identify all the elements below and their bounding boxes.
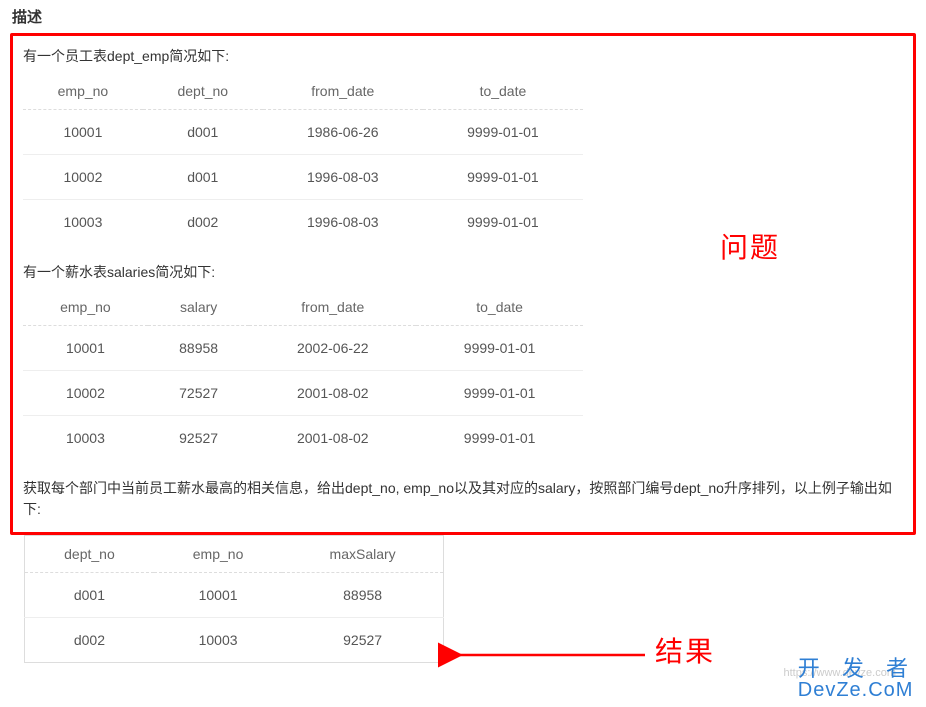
cell: 9999-01-01 (423, 200, 583, 245)
table-row: emp_no dept_no from_date to_date (23, 73, 583, 110)
task-text: 获取每个部门中当前员工薪水最高的相关信息，给出dept_no, emp_no以及… (23, 478, 903, 520)
col-header: emp_no (154, 536, 282, 573)
cell: 9999-01-01 (423, 110, 583, 155)
table-row: 10003 d002 1996-08-03 9999-01-01 (23, 200, 583, 245)
cell: 2001-08-02 (249, 371, 416, 416)
table-row: d001 10001 88958 (25, 573, 444, 618)
col-header: dept_no (143, 73, 263, 110)
cell: 10001 (154, 573, 282, 618)
cell: 10003 (23, 416, 148, 461)
cell: 1996-08-03 (263, 155, 423, 200)
col-header: to_date (416, 289, 583, 326)
col-header: dept_no (25, 536, 154, 573)
col-header: to_date (423, 73, 583, 110)
col-header: emp_no (23, 73, 143, 110)
col-header: from_date (249, 289, 416, 326)
table-row: dept_no emp_no maxSalary (25, 536, 444, 573)
col-header: maxSalary (282, 536, 443, 573)
cell: 10002 (23, 155, 143, 200)
cell: 2001-08-02 (249, 416, 416, 461)
cell: 88958 (148, 326, 250, 371)
problem-box: 有一个员工表dept_emp简况如下: emp_no dept_no from_… (10, 33, 916, 535)
table-row: 10003 92527 2001-08-02 9999-01-01 (23, 416, 583, 461)
cell: 10003 (23, 200, 143, 245)
result-table: dept_no emp_no maxSalary d001 10001 8895… (24, 535, 444, 663)
cell: 10001 (23, 110, 143, 155)
cell: 9999-01-01 (416, 416, 583, 461)
cell: 10001 (23, 326, 148, 371)
table-row: 10002 72527 2001-08-02 9999-01-01 (23, 371, 583, 416)
cell: 9999-01-01 (423, 155, 583, 200)
cell: d002 (143, 200, 263, 245)
arrow-icon (450, 645, 650, 665)
cell: 92527 (148, 416, 250, 461)
col-header: from_date (263, 73, 423, 110)
cell: d001 (143, 110, 263, 155)
cell: 88958 (282, 573, 443, 618)
cell: 10002 (23, 371, 148, 416)
cell: 1996-08-03 (263, 200, 423, 245)
cell: 9999-01-01 (416, 326, 583, 371)
annotation-question: 问题 (720, 226, 780, 266)
col-header: emp_no (23, 289, 148, 326)
dept-emp-table: emp_no dept_no from_date to_date 10001 d… (23, 73, 583, 244)
cell: 9999-01-01 (416, 371, 583, 416)
page-title: 描述 (12, 6, 916, 27)
cell: d001 (143, 155, 263, 200)
cell: 72527 (148, 371, 250, 416)
page-root: 描述 有一个员工表dept_emp简况如下: emp_no dept_no fr… (0, 0, 926, 707)
cell: d001 (25, 573, 154, 618)
watermark-line2: DevZe.CoM (798, 680, 916, 701)
cell: 1986-06-26 (263, 110, 423, 155)
cell: 10003 (154, 618, 282, 663)
table-row: 10002 d001 1996-08-03 9999-01-01 (23, 155, 583, 200)
table-row: d002 10003 92527 (25, 618, 444, 663)
table1-intro: 有一个员工表dept_emp简况如下: (23, 46, 903, 67)
watermark-faint: https://www.devze.com (784, 667, 897, 679)
salaries-table: emp_no salary from_date to_date 10001 88… (23, 289, 583, 460)
table-row: 10001 88958 2002-06-22 9999-01-01 (23, 326, 583, 371)
annotation-result: 结果 (655, 630, 715, 670)
result-container: dept_no emp_no maxSalary d001 10001 8895… (24, 535, 916, 663)
cell: 92527 (282, 618, 443, 663)
col-header: salary (148, 289, 250, 326)
cell: 2002-06-22 (249, 326, 416, 371)
table-row: emp_no salary from_date to_date (23, 289, 583, 326)
table-row: 10001 d001 1986-06-26 9999-01-01 (23, 110, 583, 155)
cell: d002 (25, 618, 154, 663)
